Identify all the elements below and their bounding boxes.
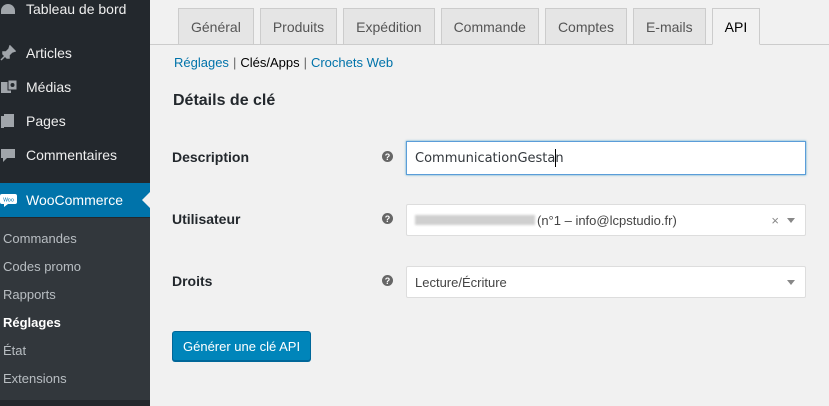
generate-api-key-button[interactable]: Générer une clé API [172,331,312,361]
menu-label: Pages [26,113,66,129]
menu-item-medias[interactable]: Médias [0,70,150,104]
submenu-item-commandes[interactable]: Commandes [3,231,77,246]
menu-item-pages[interactable]: Pages [0,104,150,138]
svg-text:Woo: Woo [3,198,14,204]
menu-label: Tableau de bord [26,1,127,17]
api-subnav: Réglages | Clés/Apps | Crochets Web [174,55,393,70]
tab-general[interactable]: Général [178,8,254,44]
dashboard-icon [0,2,26,16]
subnav-current-cles-apps[interactable]: Clés/Apps [240,55,299,70]
menu-item-dashboard[interactable]: Tableau de bord [0,0,150,26]
redacted-username [415,215,535,225]
clear-selection-icon[interactable]: × [771,213,779,228]
menu-label: Commentaires [26,147,118,163]
menu-item-woocommerce[interactable]: Woo WooCommerce [0,183,150,217]
rights-select[interactable]: Lecture/Écriture [406,266,806,298]
subnav-separator: | [303,55,307,70]
main-content: Général Produits Expédition Commande Com… [150,0,829,406]
rights-select-value: Lecture/Écriture [415,274,507,290]
woo-icon: Woo [0,193,26,207]
menu-label: Médias [26,79,72,95]
menu-label: Articles [26,45,72,61]
media-icon [0,79,26,95]
menu-item-comments[interactable]: Commentaires [0,138,150,172]
section-title: Détails de clé [173,92,276,109]
subnav-link-crochets-web[interactable]: Crochets Web [311,55,393,70]
tab-api[interactable]: API [711,8,761,45]
subnav-link-reglages[interactable]: Réglages [174,55,229,70]
description-input[interactable] [406,141,806,175]
admin-sidebar: Tableau de bord Articles Médias Pages Co… [0,0,150,406]
tab-commande[interactable]: Commande [440,8,539,44]
submenu-item-etat[interactable]: État [3,343,26,358]
menu-item-articles[interactable]: Articles [0,36,150,70]
comment-icon [0,147,26,163]
sidebar-bottom [0,400,150,406]
description-label: Description [172,149,250,165]
user-label: Utilisateur [172,211,241,227]
subnav-separator: | [232,55,237,70]
tab-emails[interactable]: E-mails [632,8,706,44]
pages-icon [0,113,26,129]
tab-produits[interactable]: Produits [259,8,338,44]
rights-label: Droits [172,273,213,289]
submenu-item-reglages[interactable]: Réglages [3,315,61,330]
tab-expedition[interactable]: Expédition [343,8,435,44]
user-select[interactable]: (n°1 – info@lcpstudio.fr) × [406,204,806,236]
pin-icon [0,45,26,61]
user-select-value: (n°1 – info@lcpstudio.fr) [537,212,677,228]
help-icon[interactable]: ? [382,151,393,162]
help-icon[interactable]: ? [382,275,393,286]
chevron-down-icon[interactable] [787,280,795,285]
menu-label: WooCommerce [26,192,123,208]
submenu-item-rapports[interactable]: Rapports [3,287,56,302]
settings-tabs: Général Produits Expédition Commande Com… [178,8,761,45]
woocommerce-submenu: Commandes Codes promo Rapports Réglages … [0,218,150,402]
submenu-item-codes-promo[interactable]: Codes promo [3,259,81,274]
chevron-down-icon[interactable] [787,218,795,223]
tab-comptes[interactable]: Comptes [544,8,627,44]
text-caret [555,149,556,167]
submenu-item-extensions[interactable]: Extensions [3,371,67,386]
help-icon[interactable]: ? [382,213,393,224]
